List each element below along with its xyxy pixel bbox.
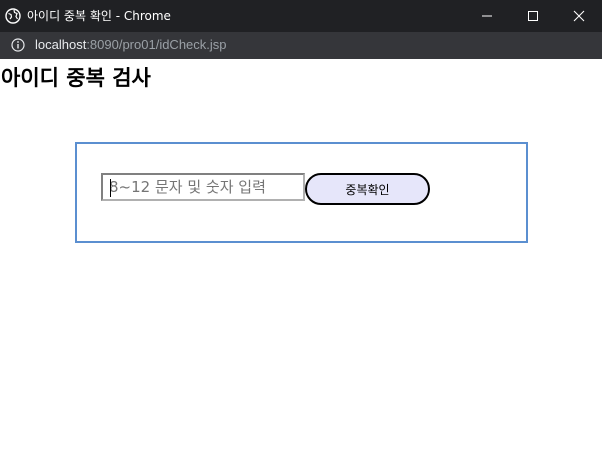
browser-window: 아이디 중복 확인 - Chrome localhost:8090/pro01/… [0,0,602,460]
minimize-icon [482,15,492,17]
duplicate-check-button[interactable]: 중복확인 [305,173,430,205]
info-icon[interactable] [11,38,25,52]
url-text[interactable]: localhost:8090/pro01/idCheck.jsp [35,36,227,54]
globe-icon [5,8,21,24]
id-input[interactable] [101,173,305,201]
close-icon [573,10,585,22]
page-viewport: 아이디 중복 검사 중복확인 [0,59,602,460]
minimize-button[interactable] [464,0,510,32]
window-title: 아이디 중복 확인 - Chrome [27,9,171,23]
url-path: :8090/pro01/idCheck.jsp [86,37,227,52]
maximize-icon [528,11,538,21]
close-button[interactable] [556,0,602,32]
viewport-edge [0,327,1,460]
url-host: localhost [35,37,87,52]
page-title: 아이디 중복 검사 [1,66,151,90]
title-bar: 아이디 중복 확인 - Chrome [0,0,602,32]
address-bar[interactable]: localhost:8090/pro01/idCheck.jsp [0,32,602,59]
text-caret [110,179,111,197]
maximize-button[interactable] [510,0,556,32]
